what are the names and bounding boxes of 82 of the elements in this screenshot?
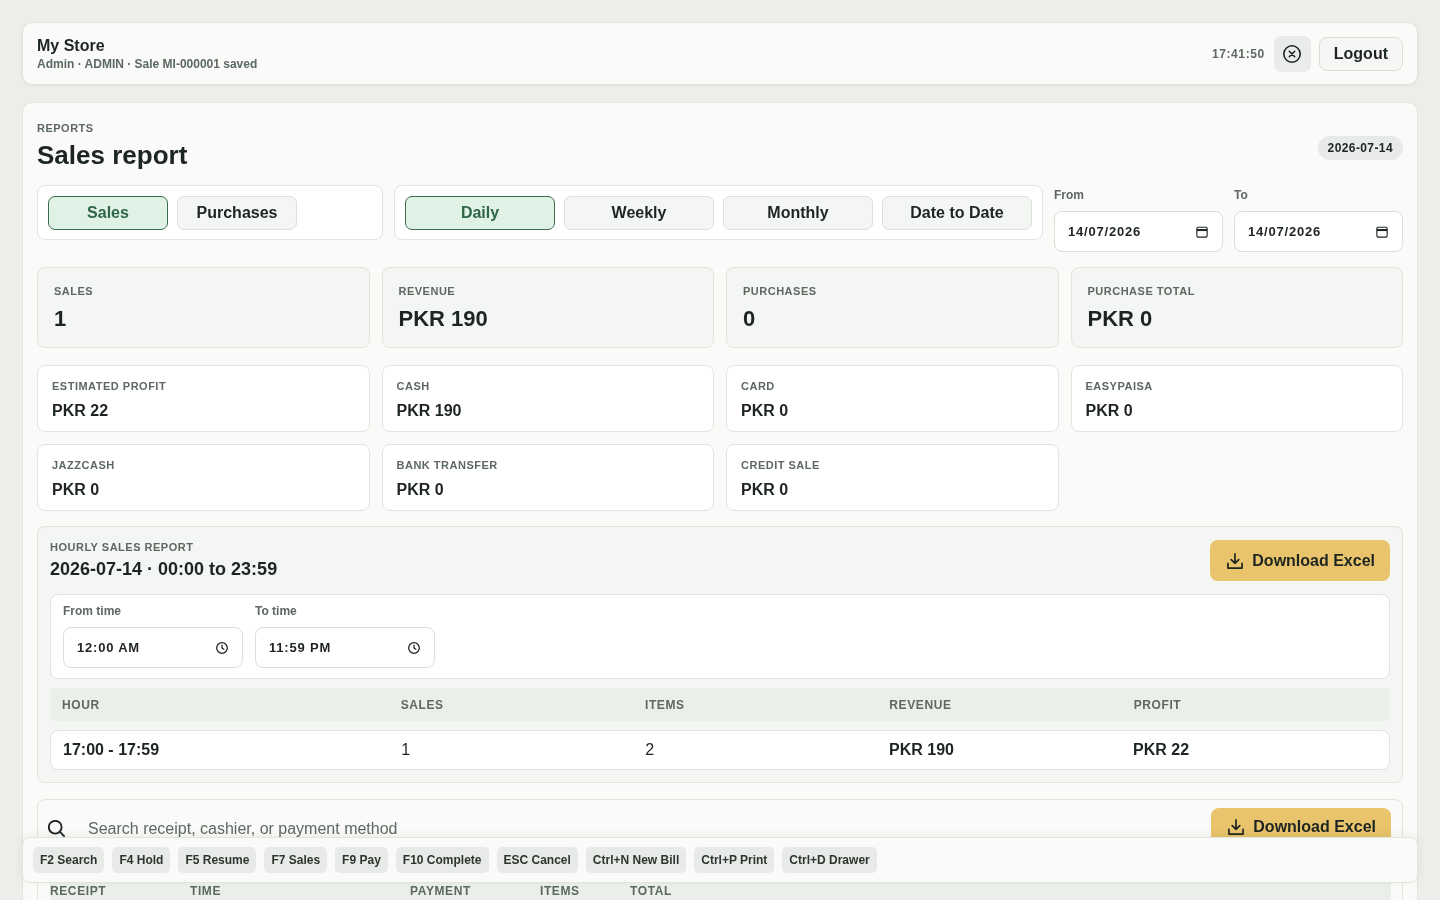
card-value: PKR 190 [398,306,488,332]
card-label: SALES [54,284,94,298]
period-tab[interactable]: Weekly [564,196,714,230]
keyboard-shortcut[interactable]: ESC Cancel [496,847,578,873]
keyboard-shortcut[interactable]: Ctrl+N New Bill [585,847,687,873]
logout-button[interactable]: Logout [1318,36,1403,71]
card-label: PURCHASE TOTAL [1087,284,1195,298]
date-label: To [1234,187,1249,203]
column-header: REVENUE [889,697,953,712]
column-header: RECEIPT [50,884,108,898]
store-name: My Store [37,35,106,56]
table-cell-text: 17:00 - 17:59 [63,741,161,759]
column-header: HOUR [62,697,101,712]
clock-icon [216,641,228,654]
section-eyebrow: HOURLY SALES REPORT [50,540,195,554]
card-label: REVENUE [398,284,456,298]
column-header: ITEMS [645,697,686,712]
keyboard-shortcut[interactable]: F2 Search [33,847,105,873]
section-eyebrow: REPORTS [37,121,95,135]
card-label: ESTIMATED PROFIT [52,379,167,393]
date-badge: 2026-07-14 [1317,136,1403,160]
column-header: ITEMS [540,884,581,898]
table-cell-text: PKR 22 [1133,741,1191,759]
keyboard-shortcut[interactable]: F9 Pay [335,847,388,873]
date-field[interactable]: 14/07/2026 [1234,211,1403,252]
card-value: 1 [54,306,67,332]
period-tab[interactable]: Monthly [723,196,873,230]
card-value: PKR 0 [741,480,789,500]
download-excel-button[interactable]: Download Excel [1210,540,1390,581]
table-cell-text: 1 [401,741,412,759]
time-field[interactable]: 11:59 PM [255,627,435,668]
period-tab[interactable]: Date to Date [882,196,1032,230]
table-cell-text: PKR 190 [889,741,955,759]
calendar-icon [1196,225,1208,238]
clock-icon [408,641,420,654]
card-value: 0 [743,306,756,332]
card-label: JAZZCASH [52,458,115,472]
download-icon [1228,819,1245,835]
keyboard-shortcut[interactable]: F4 Hold [112,847,171,873]
date-field[interactable]: 14/07/2026 [1054,211,1223,252]
time-label: From time [63,603,122,619]
card-value: PKR 0 [741,401,789,421]
search-field[interactable]: Search receipt, cashier, or payment method [88,816,1200,841]
keyboard-shortcut[interactable]: Ctrl+P Print [694,847,775,873]
column-header: SALES [400,697,445,712]
download-excel-button[interactable]: Download Excel [1211,808,1391,838]
clock-time: 17:41:50 [1211,46,1265,61]
card-label: CASH [396,379,430,393]
card-value: PKR 0 [396,480,444,500]
page-title: Sales report [37,139,188,171]
date-label: From [1054,187,1085,203]
report-range-title: 2026-07-14 · 00:00 to 23:59 [50,558,278,581]
card-label: BANK TRANSFER [396,458,498,472]
time-field[interactable]: 12:00 AM [63,627,243,668]
column-header: TIME [190,884,223,898]
search-icon [48,820,65,837]
report-type-tab[interactable]: Purchases [177,196,297,230]
keyboard-shortcut[interactable]: Ctrl+D Drawer [782,847,877,873]
table-cell-text: 2 [645,741,656,759]
period-tab[interactable]: Daily [405,196,555,230]
close-button[interactable] [1273,35,1311,72]
report-type-tab[interactable]: Sales [48,196,168,230]
keyboard-shortcut[interactable]: F10 Complete [395,847,489,873]
keyboard-shortcut[interactable]: F7 Sales [264,847,328,873]
keyboard-shortcut[interactable]: F5 Resume [178,847,257,873]
close-icon [1283,44,1302,63]
card-label: PURCHASES [743,284,817,298]
card-label: CREDIT SALE [741,458,820,472]
column-header: PAYMENT [410,884,472,898]
time-label: To time [255,603,298,619]
card-label: EASYPAISA [1085,379,1153,393]
card-value: PKR 22 [52,401,109,421]
column-header: PROFIT [1133,697,1183,712]
column-header: TOTAL [630,884,673,898]
calendar-icon [1376,225,1388,238]
card-value: PKR 190 [396,401,462,421]
card-value: PKR 0 [52,480,100,500]
card-value: PKR 0 [1087,306,1153,332]
user-status: Admin · ADMIN · Sale MI-000001 saved [37,56,258,72]
card-label: CARD [741,379,775,393]
download-icon [1227,552,1244,569]
card-value: PKR 0 [1085,401,1133,421]
